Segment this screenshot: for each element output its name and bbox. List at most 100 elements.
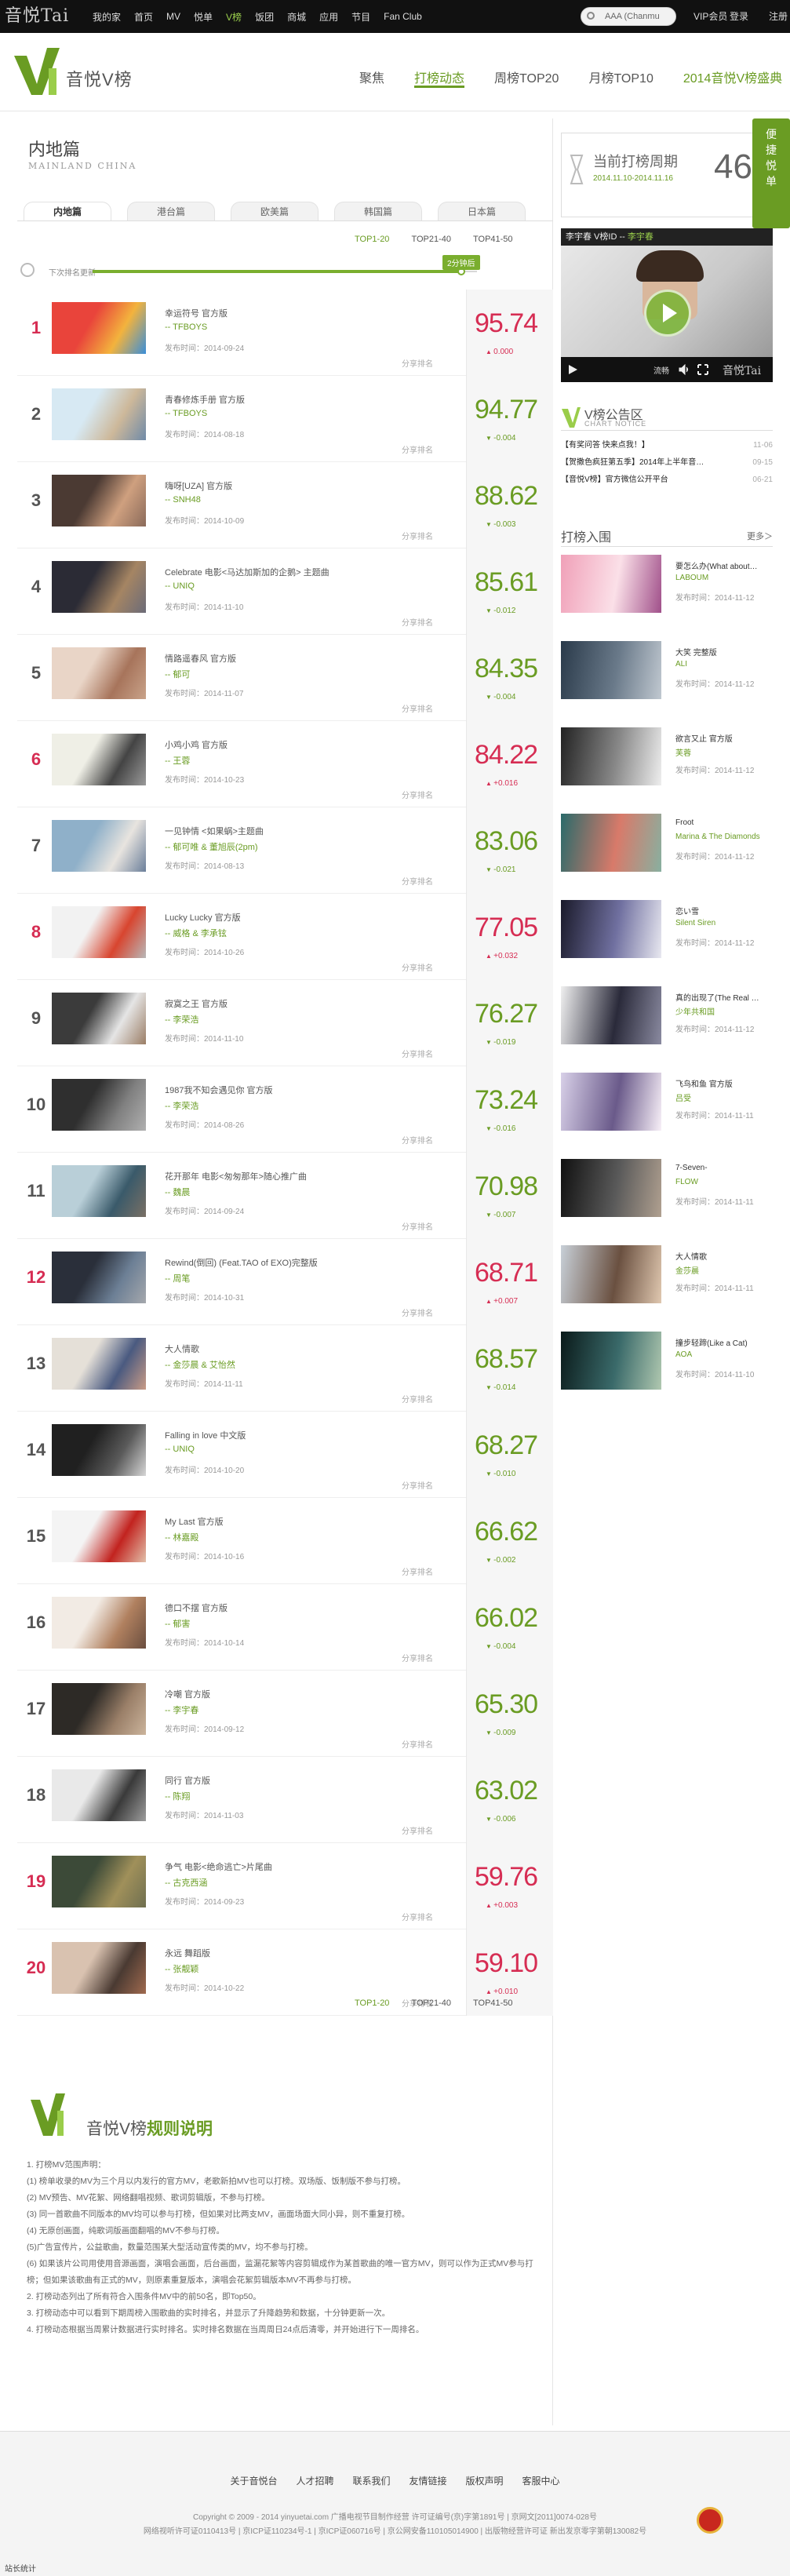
region-tab[interactable]: 日本篇 [438,202,526,220]
share-button[interactable]: 分享排名 [402,1048,433,1059]
share-button[interactable]: 分享排名 [402,1911,433,1922]
song-title[interactable]: 德口不摆 官方版 [165,1601,463,1614]
chart-row[interactable]: 4 Celebrate 电影<马达加斯加的企鹅> 主题曲 -- UNIQ 发布时间：2… [17,548,553,635]
mv-thumbnail[interactable] [52,1856,146,1907]
chart-row[interactable]: 10 1987我不知会遇见你 官方版 -- 李荣浩 发布时间：2014-08-26 分享… [17,1066,553,1153]
shortlist-artist[interactable]: 吕受 [675,1091,691,1103]
rank-range-tab[interactable]: TOP1-20 [355,1998,389,2014]
chart-row[interactable]: 8 Lucky Lucky 官方版 -- 威格 & 李承铉 发布时间：2014-10-… [17,894,553,980]
shortlist-artist[interactable]: 金莎晨 [675,1264,699,1276]
mv-thumbnail[interactable] [52,820,146,872]
shortlist-artist[interactable]: FLOW [675,1178,698,1186]
chart-row[interactable]: 11 花开那年 电影<匆匆那年>随心推广曲 -- 魏晨 发布时间：2014-09-24… [17,1153,553,1239]
share-button[interactable]: 分享排名 [402,1393,433,1405]
share-button[interactable]: 分享排名 [402,789,433,800]
shortlist-artist[interactable]: AOA [675,1350,692,1359]
chart-nav-item[interactable]: 月榜TOP10 [588,67,653,88]
mv-thumbnail[interactable] [561,814,661,872]
mv-thumbnail[interactable] [561,1332,661,1390]
search-input[interactable]: AAA (Chanmu [581,7,676,26]
rank-range-tab[interactable]: TOP21-40 [411,1998,451,2014]
chart-row[interactable]: 7 一见钟情 <如果蜗>主题曲 -- 郁可唯 & 董旭辰(2pm) 发布时间：2014… [17,807,553,894]
login-link[interactable]: 登录 [730,0,748,33]
shortlist-item[interactable]: 大笑 完整版 ALI 发布时间：2014-11-12 [561,641,773,727]
share-button[interactable]: 分享排名 [402,702,433,714]
region-tab[interactable]: 韩国篇 [334,202,422,220]
shortlist-artist[interactable]: Marina & The Diamonds [675,833,760,841]
shortlist-item[interactable]: Froot Marina & The Diamonds 发布时间：2014-11-1… [561,814,773,900]
mv-thumbnail[interactable] [52,1165,146,1217]
mv-thumbnail[interactable] [52,475,146,526]
mv-thumbnail[interactable] [561,641,661,699]
chart-row[interactable]: 3 嗨呀[UZA] 官方版 -- SNH48 发布时间：2014-10-09 分享排名 8… [17,462,553,548]
register-link[interactable]: 注册 [769,0,788,33]
footer-link[interactable]: 版权声明 [466,2476,504,2487]
notice-text[interactable]: 【贺撒色疯狂第五季】2014年上半年音… [561,454,704,472]
vip-link[interactable]: VIP会员 [694,0,727,33]
quick-playlist-button[interactable]: 便捷悦单 [752,118,790,228]
region-tab[interactable]: 内地篇 [24,202,111,220]
rank-range-tab[interactable]: TOP1-20 [355,235,389,250]
share-button[interactable]: 分享排名 [402,1306,433,1318]
mv-thumbnail[interactable] [52,302,146,354]
notice-text[interactable]: 【音悦V榜】官方微信公开平台 [561,472,668,489]
song-title[interactable]: 1987我不知会遇见你 官方版 [165,1084,463,1096]
shortlist-item[interactable]: 恋い雪 Silent Siren 发布时间：2014-11-12 [561,900,773,986]
mv-thumbnail[interactable] [561,555,661,613]
footer-link[interactable]: 人才招聘 [296,2476,333,2487]
artist-name[interactable]: -- 李荣浩 [165,1099,198,1112]
song-title[interactable]: Falling in love 中文版 [165,1429,463,1441]
share-button[interactable]: 分享排名 [402,616,433,628]
song-title[interactable]: 大人情歌 [165,1343,463,1355]
share-button[interactable]: 分享排名 [402,1652,433,1663]
share-button[interactable]: 分享排名 [402,1479,433,1491]
chart-nav-item[interactable]: 2014音悦V榜盛典 [683,67,782,88]
mv-thumbnail[interactable] [52,561,146,613]
share-button[interactable]: 分享排名 [402,530,433,541]
shortlist-song-title[interactable]: 7-Seven- [675,1164,773,1172]
share-button[interactable]: 分享排名 [402,1220,433,1232]
chart-row[interactable]: 13 大人情歌 -- 金莎晨 & 艾怡然 发布时间：2014-11-11 分享排名 68.… [17,1325,553,1412]
artist-name[interactable]: -- UNIQ [165,1445,195,1454]
chart-nav-item[interactable]: 打榜动态 [414,67,465,88]
mv-thumbnail[interactable] [561,986,661,1044]
song-title[interactable]: 嗨呀[UZA] 官方版 [165,479,463,492]
top-nav-item[interactable]: 商城 [287,10,306,24]
mv-thumbnail[interactable] [52,1942,146,1994]
chart-row[interactable]: 9 寂寞之王 官方版 -- 李荣浩 发布时间：2014-11-10 分享排名 76.27 ▼… [17,980,553,1066]
top-nav-item[interactable]: 应用 [319,10,338,24]
mv-thumbnail[interactable] [52,1424,146,1476]
top-nav-item[interactable]: 节目 [351,10,370,24]
song-title[interactable]: 花开那年 电影<匆匆那年>随心推广曲 [165,1170,463,1182]
more-link[interactable]: 更多＞ [747,530,773,542]
artist-name[interactable]: -- TFBOYS [165,409,207,418]
artist-name[interactable]: -- 陈翔 [165,1790,190,1802]
rank-range-tab[interactable]: TOP41-50 [473,1998,513,2014]
song-title[interactable]: My Last 官方版 [165,1515,463,1528]
chart-row[interactable]: 14 Falling in love 中文版 -- UNIQ 发布时间：2014-10… [17,1412,553,1498]
shortlist-item[interactable]: 真的出现了(The Real … 少年共和国 发布时间：2014-11-12 [561,986,773,1073]
top-nav-item[interactable]: 饭团 [255,10,274,24]
mv-thumbnail[interactable] [52,1683,146,1735]
song-title[interactable]: 冷嘲 官方版 [165,1688,463,1700]
top-nav-item[interactable]: MV [166,11,180,22]
share-button[interactable]: 分享排名 [402,1824,433,1836]
play-button[interactable] [644,290,691,337]
fullscreen-icon[interactable] [697,364,708,375]
top-nav-item[interactable]: Fan Club [384,11,422,22]
volume-icon[interactable] [679,364,690,375]
artist-name[interactable]: -- 魏晨 [165,1186,190,1198]
song-title[interactable]: 小鸡小鸡 官方版 [165,738,463,751]
vchart-logo-icon[interactable] [11,45,63,98]
chart-row[interactable]: 17 冷嘲 官方版 -- 李宇春 发布时间：2014-09-12 分享排名 65.30 ▼ … [17,1671,553,1757]
quality-label[interactable]: 流畅 [653,364,669,376]
mv-thumbnail[interactable] [52,388,146,440]
mv-thumbnail[interactable] [561,727,661,785]
artist-name[interactable]: -- 李荣浩 [165,1013,198,1026]
site-stats-link[interactable]: 站长统计 [5,2562,36,2574]
song-title[interactable]: 幸运符号 官方版 [165,307,463,319]
artist-name[interactable]: -- 威格 & 李承铉 [165,927,227,939]
region-tab[interactable]: 欧美篇 [231,202,319,220]
shortlist-item[interactable]: 要怎么办(What about… LABOUM 发布时间：2014-11-12 [561,555,773,641]
shortlist-song-title[interactable]: 欲言又止 官方版 [675,732,773,744]
